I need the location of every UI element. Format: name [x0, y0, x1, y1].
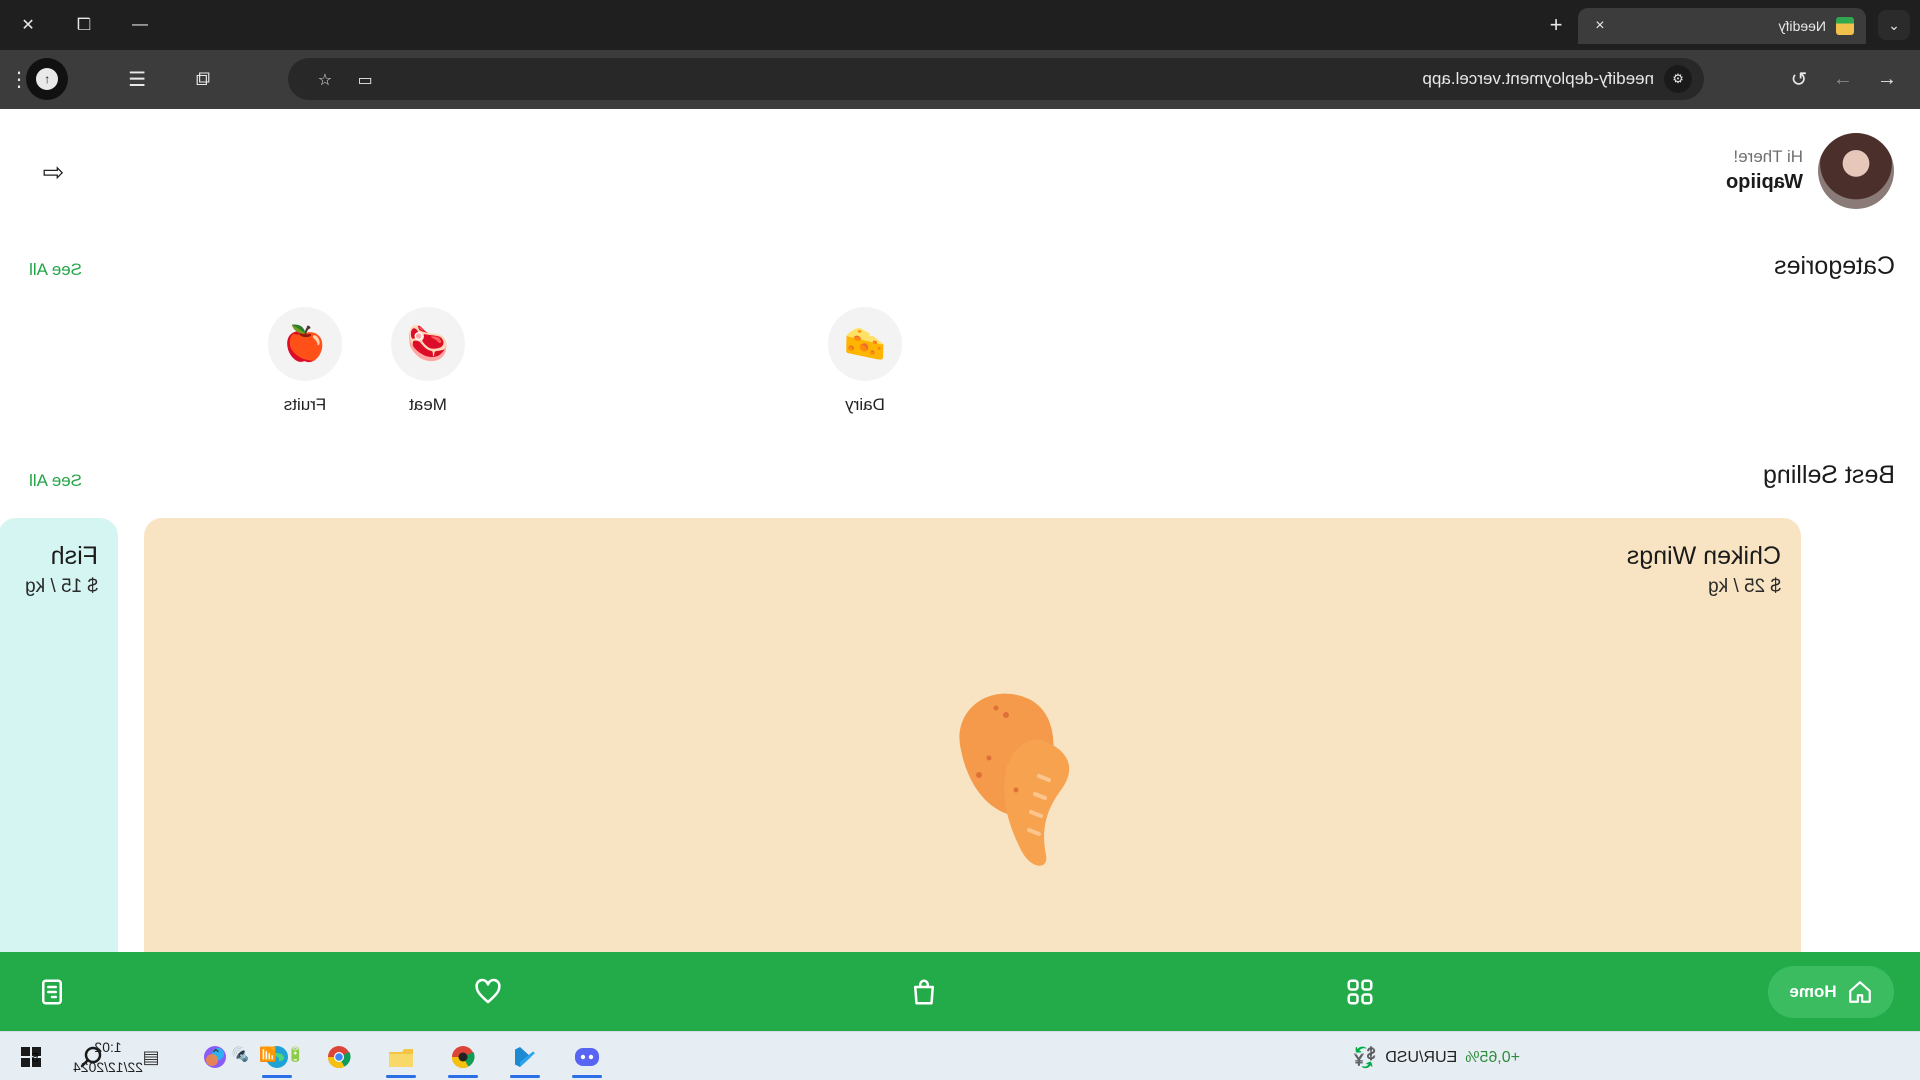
- nav-home-label: Home: [1789, 982, 1837, 1001]
- tab-list-button[interactable]: ⌄: [1878, 10, 1910, 40]
- active-indicator: [386, 1075, 416, 1078]
- product-name: Fish: [50, 542, 98, 570]
- profile-icon: ↑: [36, 68, 58, 90]
- categories-title: Categories: [1774, 252, 1895, 280]
- browser-tab[interactable]: Needify ×: [1578, 8, 1866, 44]
- star-icon[interactable]: ☆: [312, 67, 338, 93]
- avatar[interactable]: [1818, 133, 1894, 209]
- heart-icon: [475, 978, 501, 1004]
- bottom-navigation: Home: [0, 952, 1920, 1031]
- chevron-down-icon: ⌄: [1888, 16, 1900, 33]
- windows-taskbar: ▤ +0,65% EUR/USD 💱 🔋 📶 🔊 ⌃ 1:02 22/12/20…: [0, 1031, 1920, 1080]
- ticker-change: +0,65%: [1465, 1048, 1520, 1066]
- wifi-icon[interactable]: 📶: [259, 1046, 276, 1063]
- chicken-wings-icon: [959, 693, 1070, 866]
- product-name: Chiken Wings: [1626, 542, 1781, 570]
- category-fruits[interactable]: 🍎 Fruits: [250, 307, 360, 415]
- clock-date: 22/12/2024: [72, 1059, 144, 1075]
- clock-time: 1:02: [94, 1039, 122, 1055]
- url-text[interactable]: needify-deployment.vercel.app: [1422, 69, 1654, 89]
- file-explorer-icon[interactable]: [382, 1038, 420, 1078]
- apple-icon: 🍎: [268, 307, 342, 381]
- system-tray[interactable]: 🔋 📶 🔊 ⌃: [210, 1046, 304, 1063]
- product-card-chicken-wings[interactable]: Chiken Wings $ 25 / kg: [144, 518, 1801, 952]
- shopping-bag-icon: [914, 979, 934, 1005]
- currency-widget-icon: 💱: [1352, 1047, 1378, 1069]
- product-price: $ 15 / kg: [25, 576, 98, 597]
- greeting-text: Hi There!: [1733, 147, 1803, 166]
- screen: ⌄ Needify × + — ❐ ✕ ← → ↻ ⚙ needify-depl…: [0, 0, 1920, 1080]
- close-window-button[interactable]: ✕: [0, 0, 56, 50]
- receipt-icon: [42, 979, 62, 1005]
- username: Wapiiqo: [1725, 171, 1803, 193]
- site-info-icon[interactable]: ⚙: [1664, 65, 1692, 93]
- taskbar-clock[interactable]: 1:02 22/12/2024: [70, 1037, 146, 1077]
- cast-icon[interactable]: ▭: [352, 67, 378, 93]
- forward-icon[interactable]: →: [1826, 62, 1860, 96]
- nav-favorites-button[interactable]: [468, 972, 508, 1012]
- battery-icon[interactable]: 🔋: [287, 1046, 304, 1063]
- active-indicator: [510, 1075, 540, 1078]
- restore-button[interactable]: ❐: [56, 0, 112, 50]
- new-tab-button[interactable]: +: [1540, 10, 1572, 40]
- show-hidden-icons-icon[interactable]: ⌃: [210, 1046, 222, 1063]
- browser-toolbar: ← → ↻ ⚙ needify-deployment.vercel.app ▭ …: [0, 50, 1920, 109]
- nav-categories-button[interactable]: [1340, 972, 1380, 1012]
- grid-icon: [1347, 979, 1373, 1005]
- close-tab-icon[interactable]: ×: [1590, 16, 1610, 36]
- nav-orders-button[interactable]: [32, 972, 72, 1012]
- vscode-icon[interactable]: [506, 1038, 544, 1078]
- meat-icon: 🥩: [391, 307, 465, 381]
- product-card-fish[interactable]: Fish $ 15 / kg: [0, 518, 118, 952]
- best-selling-title: Best Selling: [1762, 461, 1895, 489]
- notification-count: 5: [31, 1049, 39, 1065]
- category-label: Dairy: [845, 395, 885, 414]
- home-icon: [1848, 981, 1871, 1003]
- notification-icon[interactable]: 5: [20, 1042, 50, 1072]
- minimize-button[interactable]: —: [112, 0, 168, 50]
- nav-cart-button[interactable]: [904, 972, 944, 1012]
- best-selling-see-all-link[interactable]: See All: [29, 471, 82, 491]
- needify-app: Hi There! Wapiiqo ⇦ Categories See All 🍎…: [0, 109, 1920, 952]
- reading-list-icon[interactable]: ☰: [120, 62, 154, 96]
- widgets-ticker[interactable]: +0,65% EUR/USD 💱: [1352, 1045, 1520, 1070]
- categories-see-all-link[interactable]: See All: [29, 260, 82, 280]
- cheese-icon: 🧀: [828, 307, 902, 381]
- tab-title: Needify: [1778, 18, 1826, 34]
- browser-tab-strip: ⌄ Needify × + — ❐ ✕: [0, 0, 1920, 50]
- volume-icon[interactable]: 🔊: [232, 1046, 249, 1063]
- profile-button[interactable]: ↑: [26, 58, 68, 100]
- chrome-icon[interactable]: [320, 1038, 358, 1076]
- ticker-symbol: EUR/USD: [1385, 1048, 1458, 1066]
- active-indicator: [572, 1075, 602, 1078]
- menu-icon[interactable]: ⋮: [6, 62, 32, 96]
- chrome-profile-icon[interactable]: [444, 1038, 482, 1078]
- category-meat[interactable]: 🥩 Meat: [373, 307, 483, 415]
- reload-icon[interactable]: ↻: [1782, 62, 1816, 96]
- category-label: Fruits: [283, 395, 327, 414]
- category-dairy[interactable]: 🧀 Dairy: [810, 307, 920, 415]
- active-indicator: [262, 1075, 292, 1078]
- address-bar[interactable]: ⚙ needify-deployment.vercel.app ▭ ☆: [288, 58, 1704, 100]
- product-price: $ 25 / kg: [1708, 576, 1781, 597]
- back-icon[interactable]: ←: [1870, 62, 1904, 96]
- needify-favicon-icon: [1836, 17, 1854, 35]
- discord-icon[interactable]: [568, 1038, 606, 1078]
- logout-icon[interactable]: ⇦: [36, 155, 70, 189]
- category-label: Meat: [409, 395, 447, 414]
- nav-home-button[interactable]: Home: [1768, 966, 1894, 1018]
- active-indicator: [448, 1075, 478, 1078]
- extensions-icon[interactable]: ⧉: [186, 62, 220, 96]
